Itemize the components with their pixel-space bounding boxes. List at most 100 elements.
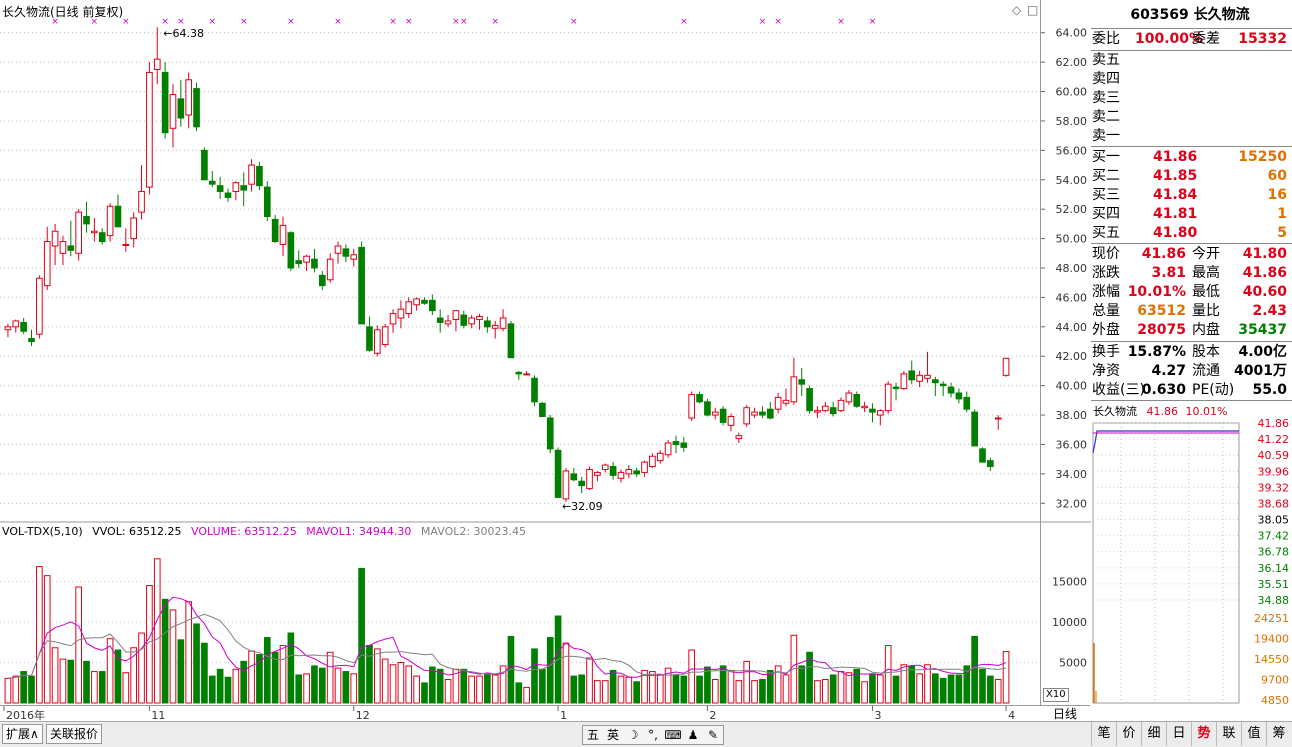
candle[interactable] xyxy=(664,440,672,458)
volume-bar[interactable] xyxy=(688,649,696,704)
candle[interactable] xyxy=(523,370,530,376)
candle[interactable] xyxy=(633,468,641,477)
candle[interactable] xyxy=(51,223,59,266)
candle[interactable] xyxy=(861,401,868,413)
ime-button[interactable]: ✎ xyxy=(703,726,723,744)
volume-bar[interactable] xyxy=(216,668,224,704)
candle[interactable] xyxy=(358,241,365,325)
ime-toolbar[interactable]: 五英 ☽ °, ⌨ ♟ ✎ xyxy=(582,725,724,745)
volume-bar[interactable] xyxy=(759,679,766,704)
intraday-mini-chart[interactable]: 41.86 41.22 40.59 39.96 39.32 38.68 38.05 37.42… xyxy=(1091,415,1292,705)
candle[interactable] xyxy=(641,460,648,477)
candle[interactable] xyxy=(468,315,475,329)
stat-row[interactable]: 涨跌 3.81 最高 41.86 xyxy=(1091,264,1289,283)
candle[interactable] xyxy=(869,403,876,423)
candle[interactable] xyxy=(531,375,538,407)
volume-bar[interactable] xyxy=(185,601,193,704)
volume-chart[interactable]: VOL-TDX(5,10) VVOL: 63512.25 VOLUME: 635… xyxy=(0,523,1040,705)
candle[interactable] xyxy=(586,466,593,491)
volume-bar[interactable] xyxy=(232,668,240,704)
volume-bar[interactable] xyxy=(460,668,468,704)
candle[interactable] xyxy=(554,447,562,498)
candle[interactable] xyxy=(216,176,224,199)
candle[interactable] xyxy=(224,188,232,202)
volume-bar[interactable] xyxy=(161,598,169,704)
volume-bar[interactable] xyxy=(727,669,735,704)
candle[interactable] xyxy=(609,462,617,480)
candle[interactable] xyxy=(704,398,711,417)
volume-bar[interactable] xyxy=(177,639,185,704)
volume-bar[interactable] xyxy=(350,673,358,704)
volume-bar[interactable] xyxy=(884,644,892,704)
volume-bar[interactable] xyxy=(75,586,82,704)
candle[interactable] xyxy=(688,391,696,421)
candle[interactable] xyxy=(405,297,413,318)
candle[interactable] xyxy=(36,275,43,339)
volume-bar[interactable] xyxy=(342,671,350,704)
stat-row[interactable]: 净资 4.27 流通 4001万 xyxy=(1091,362,1289,381)
candle[interactable] xyxy=(656,450,664,464)
candle[interactable] xyxy=(91,218,98,242)
candle[interactable] xyxy=(271,215,279,243)
volume-bar[interactable] xyxy=(939,677,947,704)
volume-bar[interactable] xyxy=(263,637,271,704)
candle[interactable] xyxy=(287,231,295,271)
candle[interactable] xyxy=(491,320,499,339)
volume-bar[interactable] xyxy=(381,658,389,704)
candle[interactable] xyxy=(955,388,963,404)
candle[interactable] xyxy=(342,244,350,263)
stat-row[interactable]: 换手 15.87% 股本 4.00亿 xyxy=(1091,343,1289,362)
right-tab[interactable]: 日 xyxy=(1166,722,1191,746)
volume-bar[interactable] xyxy=(696,675,703,704)
volume-bar[interactable] xyxy=(845,672,853,704)
volume-bar[interactable] xyxy=(373,648,381,704)
candle[interactable] xyxy=(790,357,798,405)
candle[interactable] xyxy=(727,413,735,432)
right-tab[interactable]: 联 xyxy=(1216,722,1241,746)
volume-bar[interactable] xyxy=(4,677,12,704)
volume-bar[interactable] xyxy=(829,674,837,704)
sell-row[interactable]: 卖三 xyxy=(1091,89,1289,108)
ime-button[interactable]: ♟ xyxy=(683,726,703,744)
candle[interactable] xyxy=(381,323,389,348)
ime-button[interactable]: 五 xyxy=(583,726,603,744)
candle[interactable] xyxy=(924,351,931,383)
volume-bar[interactable] xyxy=(876,674,884,704)
volume-bar[interactable] xyxy=(59,658,67,704)
volume-bar[interactable] xyxy=(295,674,303,704)
volume-bar[interactable] xyxy=(766,669,774,704)
candle[interactable] xyxy=(711,407,719,420)
right-tab[interactable]: 势 xyxy=(1191,722,1216,746)
volume-bar[interactable] xyxy=(562,642,570,704)
volume-bar[interactable] xyxy=(436,668,444,704)
volume-bar[interactable] xyxy=(711,679,719,704)
volume-bar[interactable] xyxy=(782,674,790,704)
volume-bar[interactable] xyxy=(326,651,334,704)
candle[interactable] xyxy=(963,391,971,413)
candle[interactable] xyxy=(507,320,515,359)
volume-bar[interactable] xyxy=(539,668,546,704)
candle[interactable] xyxy=(373,325,381,357)
volume-bar[interactable] xyxy=(421,682,428,704)
sell-row[interactable]: 卖五 xyxy=(1091,51,1289,70)
volume-bar[interactable] xyxy=(122,672,130,704)
candle[interactable] xyxy=(28,329,35,346)
volume-bar[interactable] xyxy=(719,665,727,704)
candle[interactable] xyxy=(263,181,271,221)
volume-bar[interactable] xyxy=(601,680,609,704)
candle[interactable] xyxy=(452,310,460,332)
volume-bar[interactable] xyxy=(67,659,75,704)
stat-row[interactable]: 外盘 28075 内盘 35437 xyxy=(1091,321,1289,340)
candle[interactable] xyxy=(326,253,334,283)
candle[interactable] xyxy=(20,318,27,335)
candle[interactable] xyxy=(476,313,483,330)
volume-bar[interactable] xyxy=(193,623,200,704)
volume-bar[interactable] xyxy=(303,673,310,704)
candle[interactable] xyxy=(774,393,782,414)
volume-bar[interactable] xyxy=(735,680,743,704)
ime-button[interactable]: °, xyxy=(643,726,663,744)
sell-row[interactable]: 卖二 xyxy=(1091,108,1289,127)
candle[interactable] xyxy=(594,470,601,482)
candle[interactable] xyxy=(114,194,122,228)
candle[interactable] xyxy=(515,370,523,380)
